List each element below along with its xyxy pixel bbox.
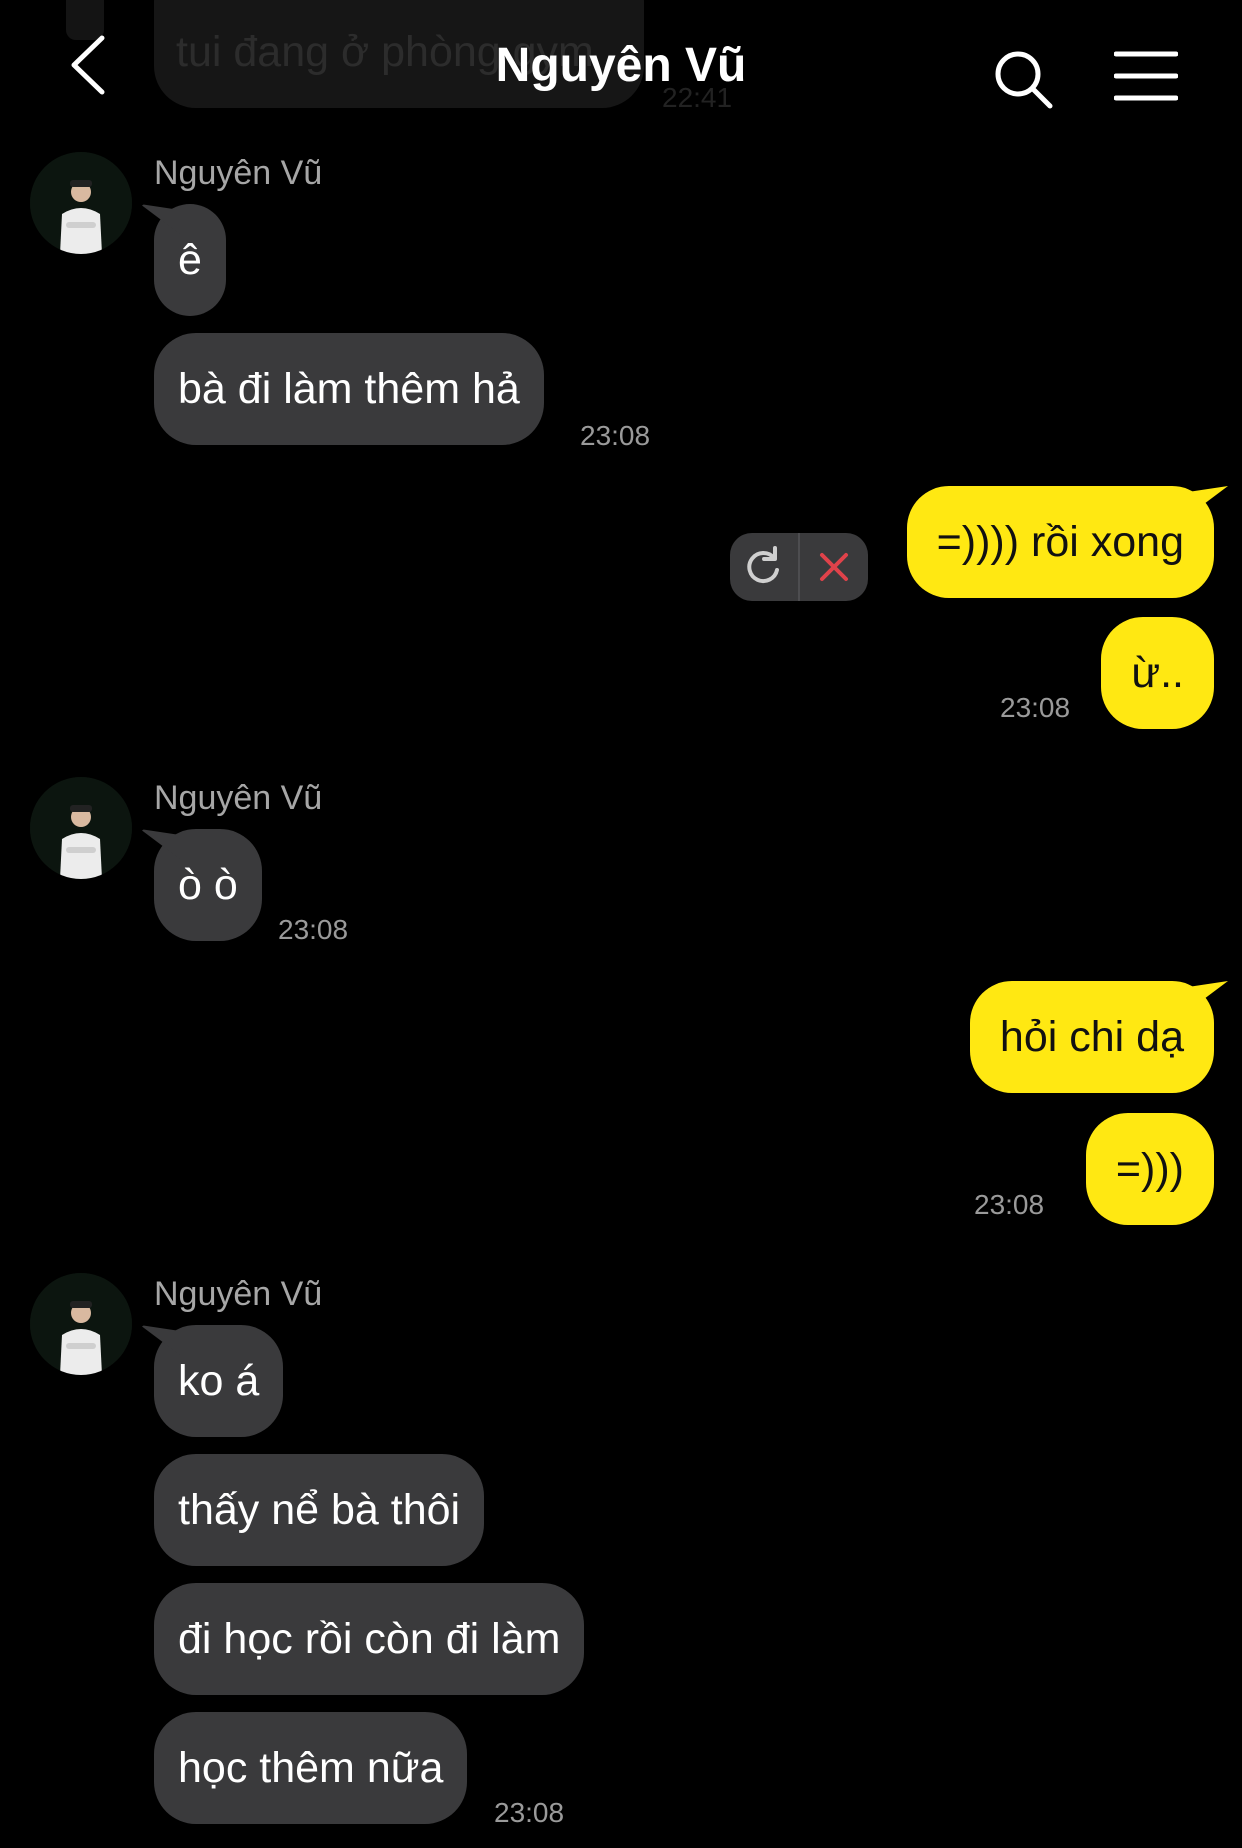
refresh-icon [747,546,779,584]
hamburger-menu-icon [1113,51,1179,101]
outgoing-message-bubble[interactable]: =))) [1085,1113,1214,1225]
search-button[interactable] [990,46,1056,112]
contact-avatar[interactable] [30,152,132,254]
outgoing-message-bubble[interactable]: =)))) rồi xong [906,486,1214,598]
incoming-message-bubble[interactable]: ê [154,204,226,316]
message-text: ko á [178,1357,260,1405]
message-text: =)))) rồi xong [936,518,1184,566]
close-icon [820,553,848,581]
avatar-photo [30,1273,132,1375]
sender-name: Nguyên Vũ [154,154,323,192]
message-text: =))) [1115,1145,1184,1193]
message-text: đi học rồi còn đi làm [178,1615,561,1663]
avatar-photo [30,152,132,254]
contact-avatar[interactable] [30,777,132,879]
sender-name: Nguyên Vũ [154,1275,323,1313]
message-text: ê [178,236,202,284]
incoming-message-bubble[interactable]: học thêm nữa [154,1712,468,1824]
message-time: 23:08 [494,1797,565,1828]
sender-name: Nguyên Vũ [154,779,323,817]
search-icon [995,51,1053,109]
message-text: ò ò [178,861,238,909]
message-time: 23:08 [1000,692,1071,723]
message-text: hỏi chi dạ [999,1013,1184,1061]
incoming-message-bubble[interactable]: ko á [154,1325,284,1437]
incoming-message-bubble[interactable]: ò ò [154,829,262,941]
outgoing-message-bubble[interactable]: ừ.. [1101,617,1214,729]
retry-button[interactable] [730,533,798,601]
message-time: 23:08 [974,1189,1045,1220]
incoming-message-bubble[interactable]: bà đi làm thêm hả [154,333,544,445]
menu-button[interactable] [1113,50,1179,102]
message-text: ừ.. [1131,649,1184,697]
message-text: bà đi làm thêm hả [178,365,520,413]
chat-header: Nguyên Vũ [0,0,1242,130]
avatar-photo [30,777,132,879]
message-text: học thêm nữa [178,1744,444,1792]
message-text: thấy nể bà thôi [178,1486,461,1534]
outgoing-message-bubble[interactable]: hỏi chi dạ [969,981,1214,1093]
message-time: 23:08 [278,914,349,945]
message-time: 23:08 [580,420,651,451]
incoming-message-bubble[interactable]: thấy nể bà thôi [154,1454,485,1566]
delete-button[interactable] [800,533,868,601]
incoming-message-bubble[interactable]: đi học rồi còn đi làm [154,1583,585,1695]
failed-send-actions [730,533,868,601]
contact-avatar[interactable] [30,1273,132,1375]
